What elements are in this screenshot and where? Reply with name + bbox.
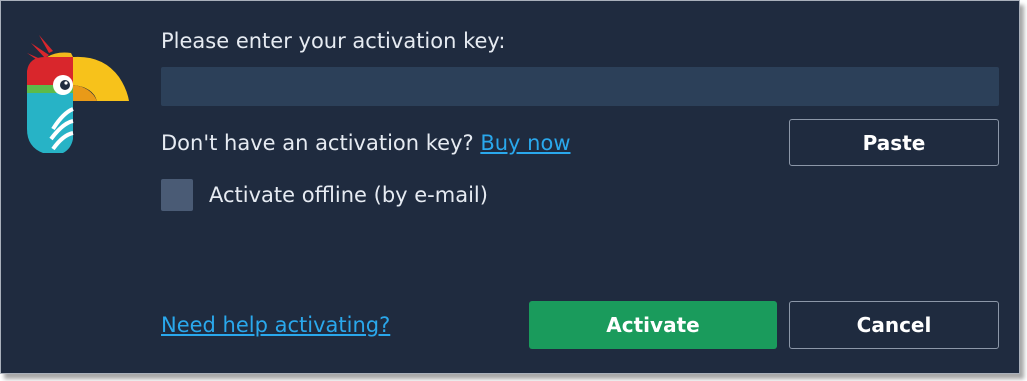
- activation-dialog: Please enter your activation key: Don't …: [0, 0, 1020, 374]
- need-help-link[interactable]: Need help activating?: [161, 313, 390, 337]
- activation-key-input[interactable]: [161, 67, 999, 106]
- activation-prompt: Please enter your activation key:: [161, 29, 506, 53]
- buy-now-link[interactable]: Buy now: [480, 131, 570, 155]
- activate-offline-option[interactable]: Activate offline (by e-mail): [161, 177, 488, 213]
- parrot-logo-icon: [27, 35, 129, 153]
- no-key-text: Don't have an activation key?: [161, 131, 474, 155]
- cancel-button[interactable]: Cancel: [789, 301, 999, 349]
- activate-button[interactable]: Activate: [529, 301, 777, 349]
- paste-button[interactable]: Paste: [789, 119, 999, 166]
- activate-offline-label: Activate offline (by e-mail): [209, 183, 488, 207]
- no-key-row: Don't have an activation key? Buy now: [161, 131, 571, 155]
- activate-offline-checkbox[interactable]: [161, 179, 193, 211]
